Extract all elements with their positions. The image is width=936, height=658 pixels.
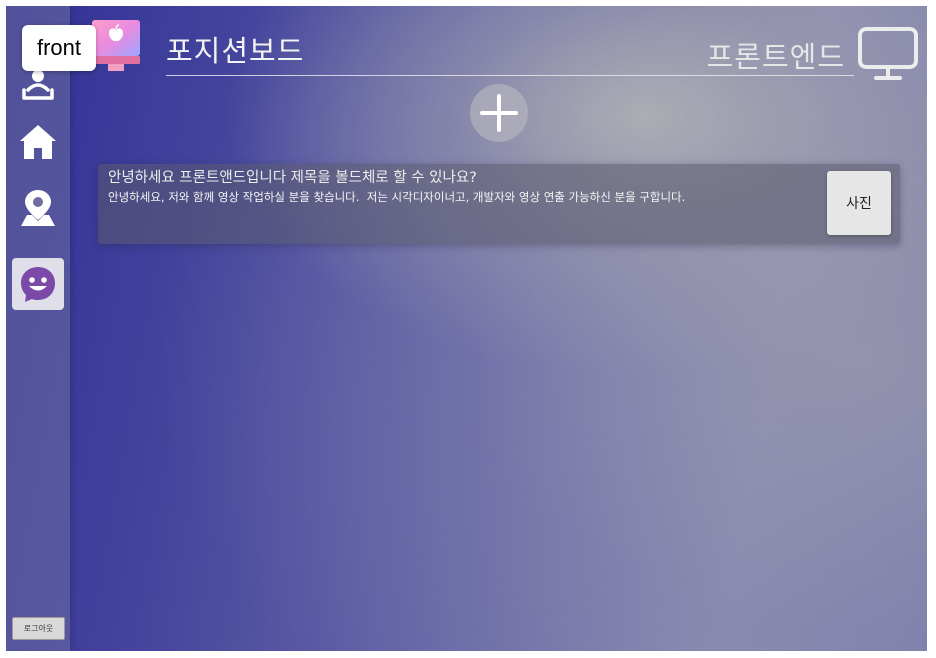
map-pin-icon bbox=[21, 190, 55, 226]
post-title: 안녕하세요 프론트앤드입니다 제목을 볼드체로 할 수 있나요? bbox=[108, 170, 477, 186]
add-post-button[interactable] bbox=[470, 84, 528, 142]
plus-icon bbox=[480, 94, 518, 132]
front-badge: front bbox=[22, 25, 96, 71]
logout-button[interactable]: 로그아웃 bbox=[12, 617, 65, 640]
chat-smile-icon bbox=[21, 267, 55, 302]
page-title: 포지션보드 bbox=[166, 34, 305, 68]
monitor-icon[interactable] bbox=[857, 26, 919, 82]
app-frame: 로그아웃 front 포지션보드 프론트엔드 안녕하세요 프론트앤드입니다 제목… bbox=[6, 6, 927, 651]
position-label: 프론트엔드 bbox=[706, 40, 845, 74]
imac-logo-icon bbox=[92, 20, 140, 71]
sidebar-item-chat[interactable] bbox=[12, 258, 64, 310]
sidebar-item-home[interactable] bbox=[12, 116, 64, 168]
home-icon bbox=[20, 125, 56, 159]
post-body: 안녕하세요, 저와 함께 영상 작업하실 분을 찾습니다. 저는 시각디자이너고… bbox=[108, 190, 686, 204]
sidebar: 로그아웃 bbox=[6, 6, 70, 651]
post-photo[interactable]: 사진 bbox=[827, 171, 891, 235]
sidebar-item-map[interactable] bbox=[12, 182, 64, 234]
post-card[interactable]: 안녕하세요 프론트앤드입니다 제목을 볼드체로 할 수 있나요? 안녕하세요, … bbox=[98, 164, 900, 244]
